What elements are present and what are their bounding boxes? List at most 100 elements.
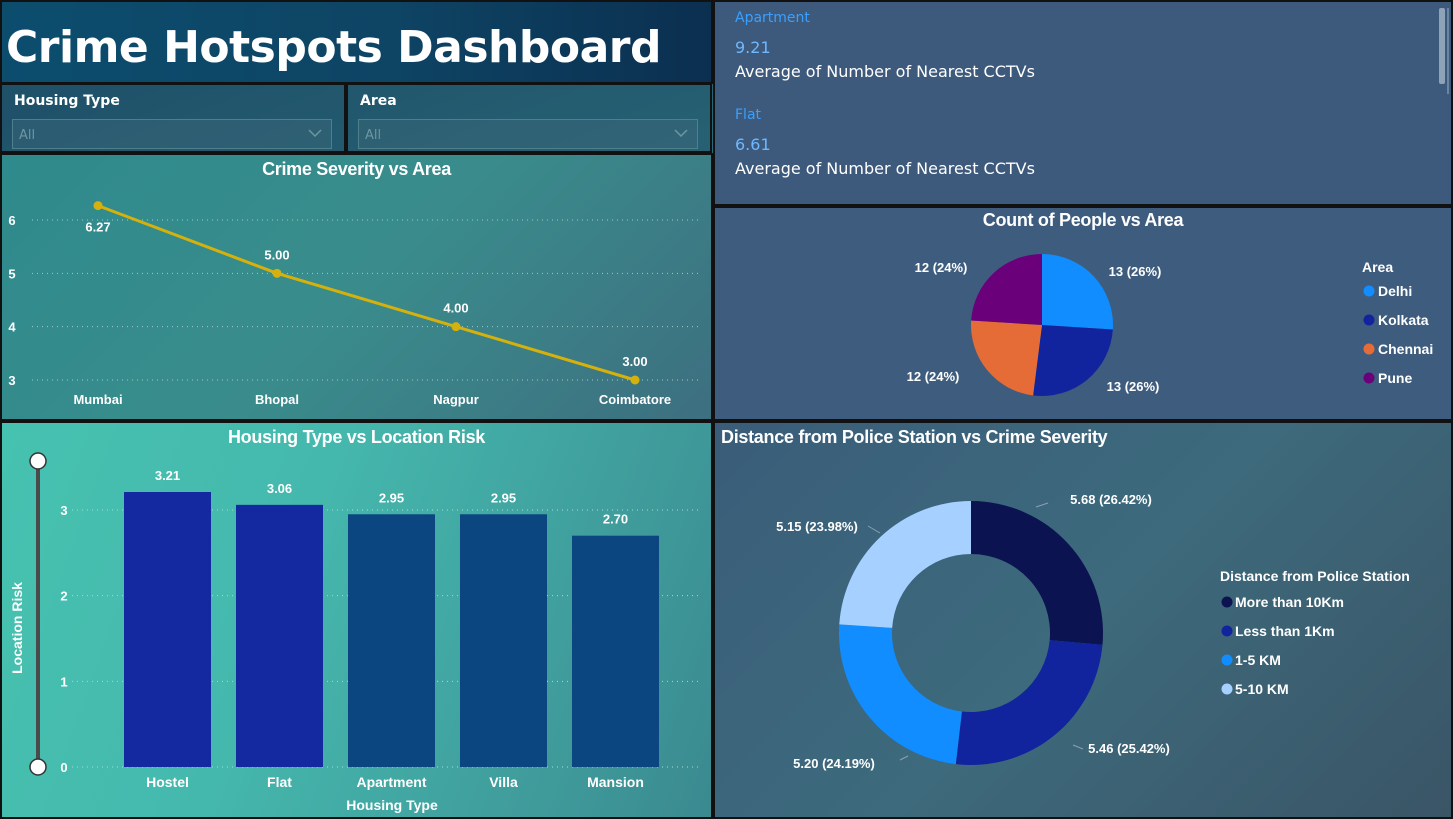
area-dropdown[interactable]: All (358, 119, 698, 149)
legend-item: Delhi (1378, 283, 1412, 299)
data-label: 13 (26%) (1109, 264, 1162, 279)
data-label: 5.20 (24.19%) (793, 756, 875, 771)
legend-item: Chennai (1378, 341, 1433, 357)
legend-marker (1221, 654, 1233, 666)
data-label: 5.68 (26.42%) (1070, 492, 1152, 507)
data-label: 5.15 (23.98%) (776, 519, 858, 534)
line-point (451, 322, 461, 332)
data-label: 12 (24%) (915, 260, 968, 275)
zoom-slider-handle-bottom[interactable] (29, 758, 47, 776)
x-tick-label: Flat (267, 774, 292, 790)
kpi-category: Apartment (735, 10, 810, 26)
bar (124, 492, 211, 767)
line-point (93, 201, 103, 211)
y-tick-label: 6 (8, 213, 15, 228)
zoom-slider-handle-top[interactable] (29, 452, 47, 470)
x-tick-label: Bhopal (255, 392, 299, 407)
y-tick-label: 4 (8, 320, 16, 335)
data-label: 12 (24%) (907, 369, 960, 384)
legend-item: 5-10 KM (1235, 681, 1289, 697)
housing-type-slicer: Housing Type All (0, 83, 346, 153)
leader-line (1035, 502, 1049, 508)
kpi-category: Flat (735, 107, 762, 123)
legend-marker (1363, 285, 1375, 297)
bar (572, 535, 659, 767)
count-of-people-pie-chart: Count of People vs Area 13 (26%) 13 (26%)… (713, 206, 1453, 421)
x-tick-label: Villa (489, 774, 518, 790)
legend-item: 1-5 KM (1235, 652, 1281, 668)
data-label: 2.95 (379, 490, 404, 505)
area-slicer: Area All (346, 83, 712, 153)
data-label: 3.00 (622, 354, 647, 369)
cctv-multi-row-card: Apartment 9.21 Average of Number of Near… (713, 0, 1453, 206)
housing-type-dropdown[interactable]: All (12, 119, 332, 149)
bar (236, 504, 323, 767)
kpi-value: 9.21 (735, 38, 771, 57)
crime-severity-line-chart: Crime Severity vs Area 3 4 5 6 6.27 Mumbai 5.0… (0, 153, 713, 421)
donut-slice (955, 640, 1103, 765)
chart-title: Distance from Police Station vs Crime Se… (721, 427, 1108, 447)
data-label: 2.70 (603, 512, 628, 527)
data-label: 3.21 (155, 468, 180, 483)
pie-chart-svg: 13 (26%) 13 (26%) 12 (24%) 12 (24%) Area Delh… (907, 254, 1433, 396)
kpi-label: Average of Number of Nearest CCTVs (735, 159, 1035, 178)
chart-title: Crime Severity vs Area (262, 159, 451, 179)
pie-slice (971, 320, 1042, 396)
legend-marker (1221, 683, 1233, 695)
donut-slice (839, 501, 971, 628)
y-tick-label: 1 (60, 674, 67, 689)
y-tick-label: 3 (8, 373, 15, 388)
bar (460, 514, 547, 767)
leader-line (867, 525, 881, 534)
legend-marker (1221, 596, 1233, 608)
legend-item: Less than 1Km (1235, 623, 1335, 639)
data-label: 3.06 (267, 481, 292, 496)
series-line (97, 204, 636, 382)
x-tick-label: Mumbai (73, 392, 122, 407)
chevron-down-icon (308, 129, 322, 138)
bar (348, 514, 435, 767)
legend-title: Area (1362, 259, 1393, 275)
legend-marker (1363, 314, 1375, 326)
data-label: 5.00 (264, 247, 289, 262)
y-tick-label: 3 (60, 503, 67, 518)
distance-donut-chart: Distance from Police Station vs Crime Se… (713, 421, 1453, 819)
data-label: 2.95 (491, 490, 516, 505)
data-label: 5.46 (25.42%) (1088, 741, 1170, 756)
kpi-scrollbar[interactable] (1439, 8, 1445, 84)
line-point (272, 268, 282, 278)
area-dropdown-value: All (365, 128, 382, 143)
y-tick-label: 2 (60, 589, 67, 604)
chart-title: Housing Type vs Location Risk (227, 427, 485, 447)
x-tick-label: Hostel (146, 774, 189, 790)
y-axis-label: Location Risk (9, 582, 25, 674)
legend-item: Pune (1378, 370, 1412, 386)
legend-marker (1221, 625, 1233, 637)
x-axis-label: Housing Type (346, 797, 438, 813)
housing-type-bar-chart: Housing Type vs Location Risk 0 1 2 3 3.21 Ho… (0, 421, 713, 819)
kpi-value: 6.61 (735, 135, 771, 154)
chevron-down-icon (674, 129, 688, 138)
donut-slice (971, 501, 1103, 645)
x-tick-label: Coimbatore (599, 392, 671, 407)
data-label: 6.27 (85, 220, 110, 235)
leader-line (899, 755, 909, 761)
x-tick-label: Apartment (356, 774, 426, 790)
kpi-separator (1447, 8, 1449, 94)
donut-slice (839, 624, 962, 765)
data-label: 4.00 (443, 301, 468, 316)
bar-chart-svg: 0 1 2 3 3.21 Hostel 3.06 Flat 2.95 Apartment 2.95 V… (9, 452, 702, 813)
legend-marker (1363, 372, 1375, 384)
y-tick-label: 5 (8, 266, 15, 281)
donut-chart-svg: 5.68 (26.42%) 5.46 (25.42%) 5.20 (24.19%) 5… (776, 492, 1410, 771)
line-point (630, 375, 640, 385)
x-tick-label: Mansion (587, 774, 644, 790)
pie-slice (1033, 325, 1113, 396)
legend-marker (1363, 343, 1375, 355)
legend-item: More than 10Km (1235, 594, 1344, 610)
chart-title: Count of People vs Area (982, 210, 1184, 230)
title-panel: Crime Hotspots Dashboard (0, 0, 713, 84)
pie-slice (971, 254, 1042, 325)
line-chart-svg: 3 4 5 6 6.27 Mumbai 5.00 Bhopal 4.00 Nagpur 3.00 Co… (8, 201, 702, 407)
area-slicer-label: Area (360, 93, 397, 109)
